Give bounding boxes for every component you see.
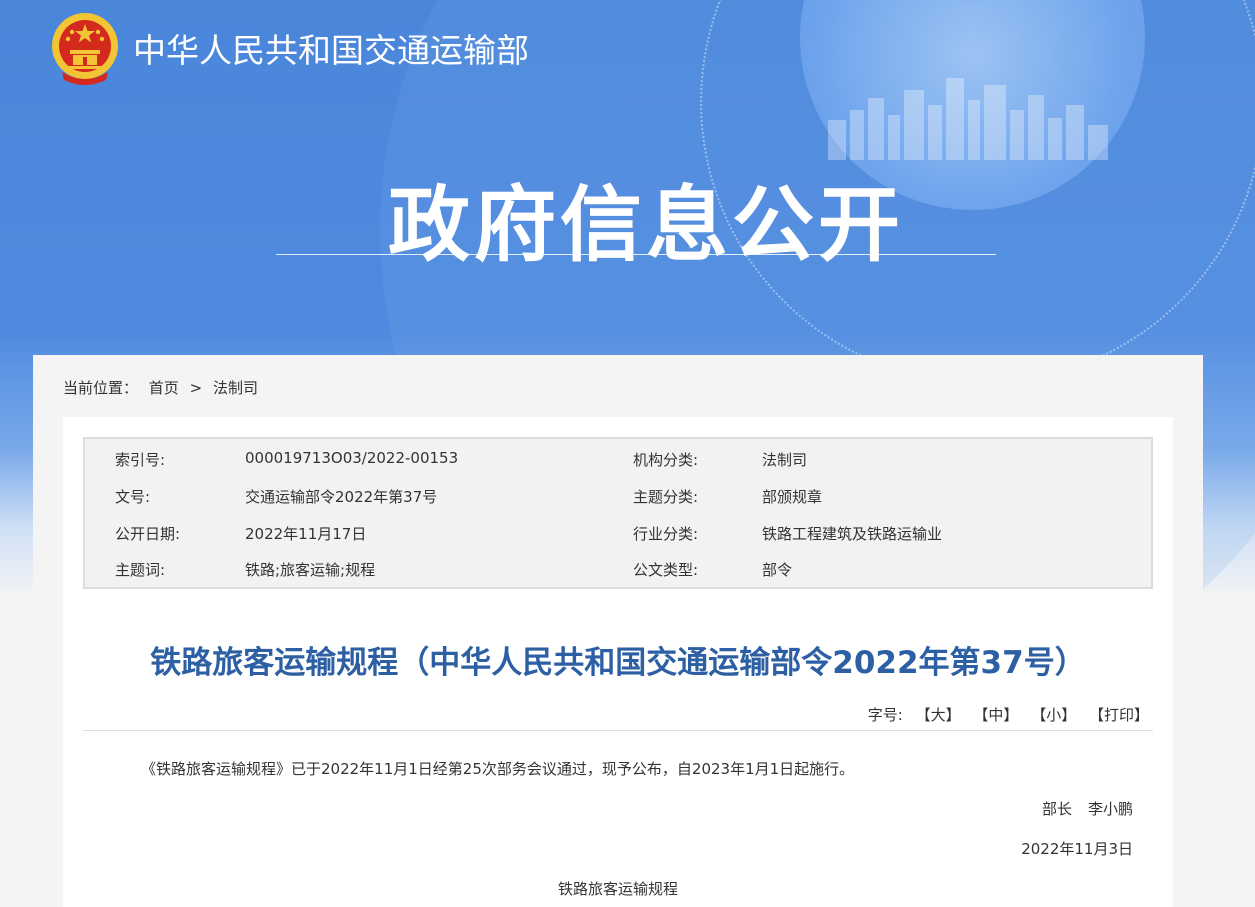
breadcrumb-label: 当前位置： [63,379,139,397]
org-label: 机构分类: [633,451,699,469]
regulation-subtitle: 铁路旅客运输规程 [557,880,678,898]
ministry-name[interactable]: 中华人民共和国交通运输部 [133,24,529,72]
breadcrumb-current-link[interactable]: 法制司 [213,379,258,397]
font-small-button[interactable]: 【小】 [1031,706,1076,724]
print-button[interactable]: 【打印】 [1089,706,1149,724]
signer-name: 李小鹏 [1087,800,1133,818]
city-skyline-icon [828,78,1108,160]
industry-value: 铁路工程建筑及铁路运输业 [762,525,943,543]
signer-title: 部长 [1041,800,1072,818]
breadcrumb: 当前位置： 首页 > 法制司 [63,377,264,398]
date-label: 公开日期: [115,525,181,543]
index-value: 000019713O03/2022-00153 [245,449,459,467]
font-size-controls: 字号: 【大】 【中】 【小】 【打印】 [868,704,1149,725]
font-size-label: 字号: [867,706,903,724]
keywords-label: 主题词: [115,561,166,579]
org-value: 法制司 [762,451,808,469]
national-emblem-icon [52,13,118,85]
title-divider [83,730,1153,731]
date-value: 2022年11月17日 [245,525,367,543]
article-paragraph: 《铁路旅客运输规程》已于2022年11月1日经第25次部务会议通过，现予公布，自… [141,760,855,778]
sign-date: 2022年11月3日 [1021,840,1133,858]
industry-label: 行业分类: [633,525,699,543]
doc-no-label: 文号: [115,488,151,506]
title-divider [276,254,996,255]
index-label: 索引号: [115,451,166,469]
metadata-table: 索引号: 000019713O03/2022-00153 机构分类: 法制司 文… [83,437,1153,589]
article-title: 铁路旅客运输规程（中华人民共和国交通运输部令2022年第37号） [150,645,1086,681]
doc-no-value: 交通运输部令2022年第37号 [245,488,438,506]
article-content: 索引号: 000019713O03/2022-00153 机构分类: 法制司 文… [63,417,1173,907]
font-medium-button[interactable]: 【中】 [973,706,1018,724]
main-panel: 当前位置： 首页 > 法制司 索引号: 000019713O03/2022-00… [33,355,1203,907]
breadcrumb-separator: > [189,379,203,397]
font-large-button[interactable]: 【大】 [916,706,961,724]
topic-value: 部颁规章 [762,488,823,506]
section-title: 政府信息公开 [388,178,905,273]
signature: 部长 李小鹏 [1042,798,1133,819]
keywords-value: 铁路;旅客运输;规程 [245,561,376,579]
type-label: 公文类型: [633,561,699,579]
type-value: 部令 [762,561,793,579]
topic-label: 主题分类: [633,488,699,506]
breadcrumb-home-link[interactable]: 首页 [149,379,179,397]
